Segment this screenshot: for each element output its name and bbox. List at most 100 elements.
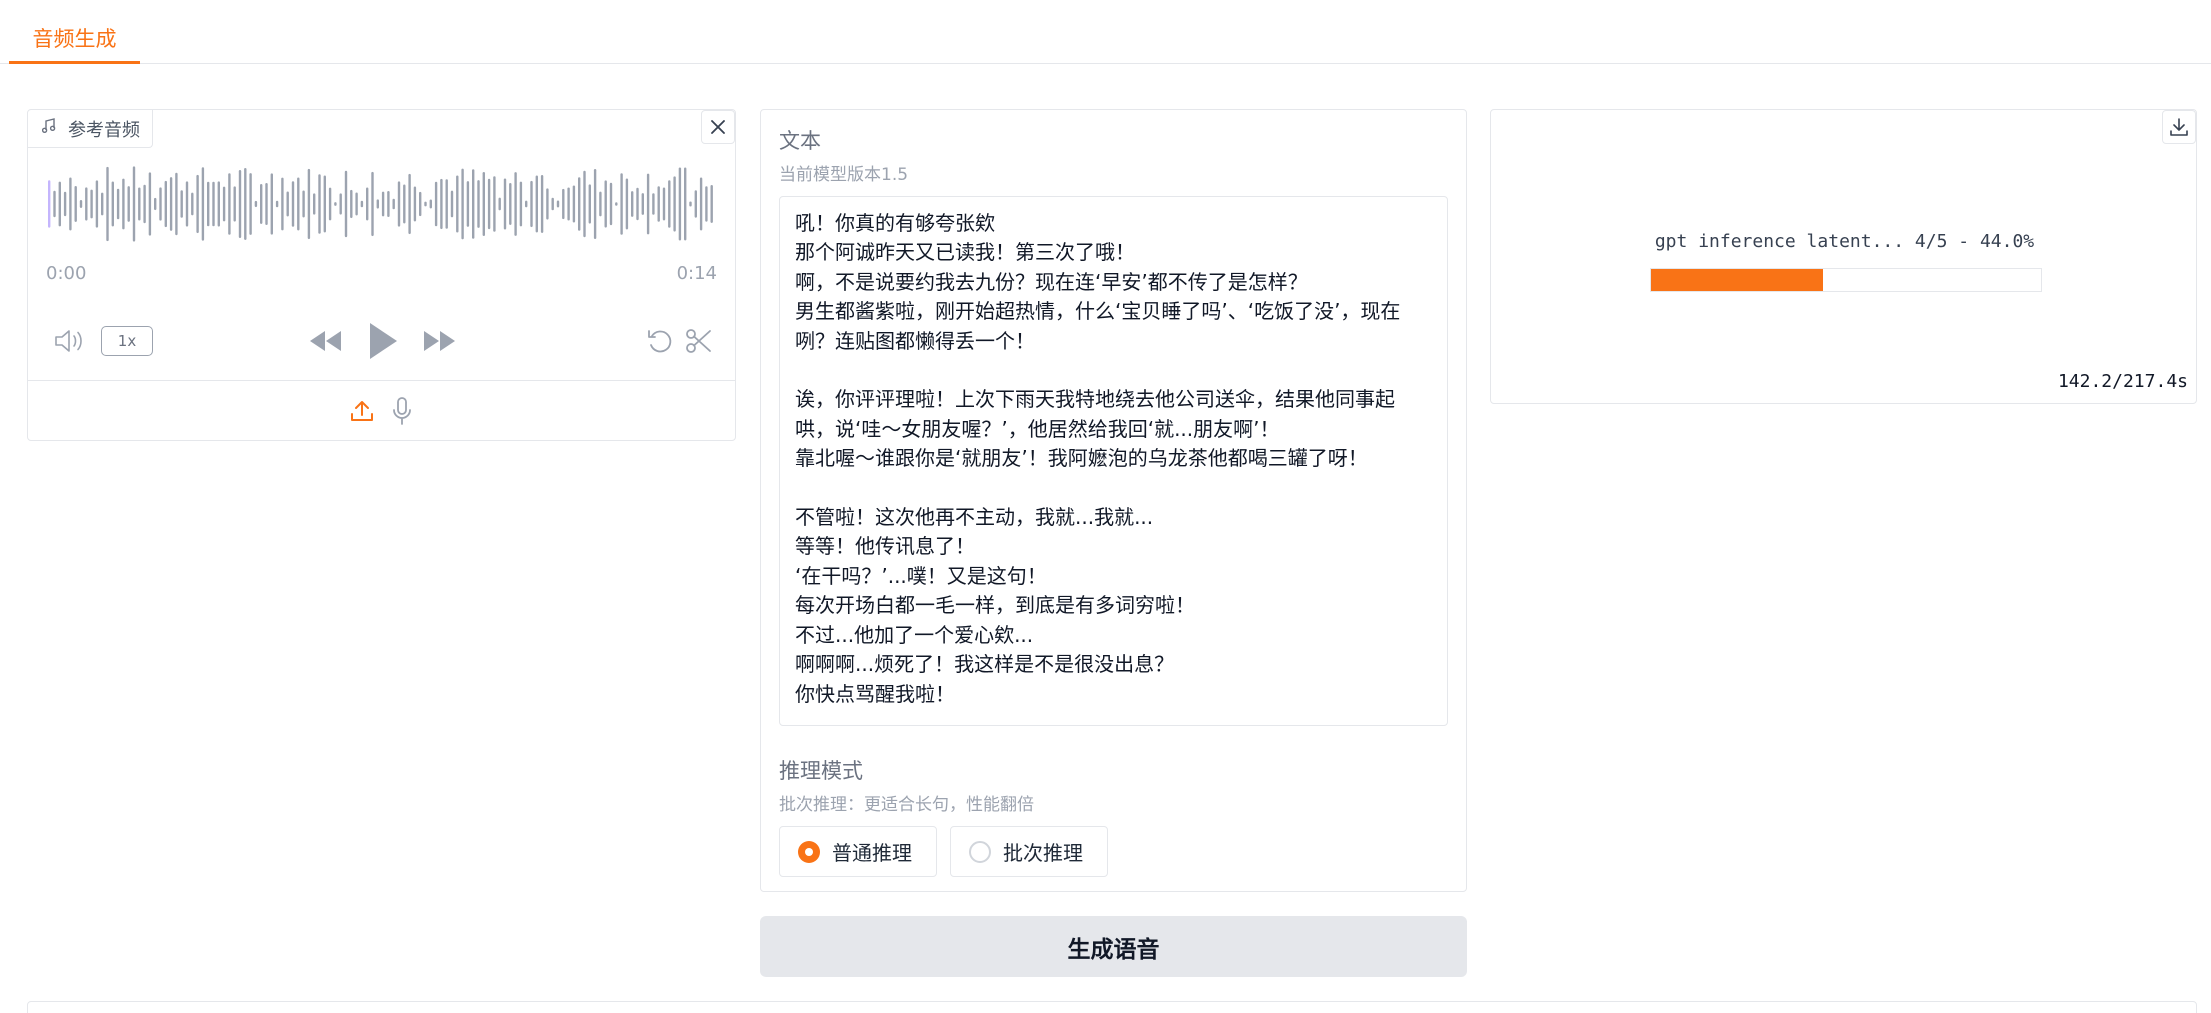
waveform-bar <box>143 184 146 224</box>
upload-icon <box>351 401 373 421</box>
text-input[interactable]: 吼！你真的有够夸张欸 那个阿诚昨天又已读我！第三次了哦！ 啊，不是说要约我去九份… <box>779 196 1448 726</box>
waveform-bar <box>122 178 125 230</box>
inference-mode-info: 批次推理：更适合长句，性能翻倍 <box>779 795 1034 815</box>
playback-speed-button[interactable]: 1x <box>101 326 153 356</box>
play-button[interactable] <box>364 319 402 363</box>
progress-bar <box>1650 268 2042 292</box>
waveform-bar <box>111 181 114 227</box>
inference-mode-label: 推理模式 <box>779 759 863 783</box>
waveform-bar <box>583 170 586 238</box>
waveform-bar <box>440 178 443 230</box>
waveform-bar <box>509 183 512 225</box>
waveform-bar <box>79 200 83 208</box>
text-input-panel: 文本 当前模型版本1.5 吼！你真的有够夸张欸 那个阿诚昨天又已读我！第三次了哦… <box>760 109 1467 892</box>
waveform-bar <box>254 200 258 208</box>
waveform-bar <box>652 193 655 215</box>
radio-unchecked-icon <box>969 840 991 863</box>
waveform-bar <box>58 181 61 227</box>
waveform-bar <box>498 197 501 211</box>
waveform-bar <box>657 186 660 222</box>
model-version-info: 当前模型版本1.5 <box>779 165 909 185</box>
progress-bar-fill <box>1651 269 1823 291</box>
waveform-bar <box>154 197 157 211</box>
waveform-bar <box>291 181 295 227</box>
waveform-bar <box>684 167 687 241</box>
waveform-bar <box>551 197 554 211</box>
waveform-bar <box>85 187 88 221</box>
waveform-bar <box>238 169 242 239</box>
current-time: 0:00 <box>46 263 87 284</box>
waveform-bar <box>620 173 623 235</box>
waveform-bar <box>493 176 496 232</box>
waveform-bar <box>429 199 432 209</box>
radio-normal-label: 普通推理 <box>832 841 912 865</box>
waveform-bar <box>636 187 639 221</box>
waveform-bar <box>625 178 629 230</box>
reset-button[interactable] <box>645 326 675 356</box>
scissors-icon <box>686 329 711 353</box>
waveform-bar <box>387 190 390 218</box>
waveform-bar <box>456 175 459 233</box>
microphone-button[interactable] <box>388 395 416 427</box>
audio-waveform[interactable] <box>46 164 716 244</box>
waveform-bar <box>106 166 109 242</box>
waveform-bar <box>710 185 713 223</box>
waveform-bar <box>381 191 385 217</box>
waveform-bar <box>450 190 454 218</box>
waveform-bar <box>424 201 427 207</box>
tab-audio-generation[interactable]: 音频生成 <box>9 0 140 64</box>
radio-batch-inference[interactable]: 批次推理 <box>950 826 1108 877</box>
waveform-bar <box>260 183 263 225</box>
waveform-bar <box>265 182 268 226</box>
waveform-bar <box>472 169 475 239</box>
waveform-bar <box>397 181 401 227</box>
trim-button[interactable] <box>684 326 714 356</box>
volume-button[interactable] <box>52 324 88 358</box>
waveform-bar <box>578 177 581 231</box>
waveform-bar <box>228 173 231 235</box>
waveform-bar <box>127 186 130 222</box>
waveform-bar <box>699 177 703 231</box>
upload-button[interactable] <box>348 397 376 425</box>
waveform-bar <box>185 181 189 227</box>
waveform-bar <box>360 200 364 208</box>
waveform-bar <box>562 188 565 220</box>
waveform-bar <box>307 168 311 240</box>
waveform-bar <box>477 180 480 228</box>
waveform-bar <box>646 173 650 235</box>
text-label: 文本 <box>779 129 821 153</box>
radio-normal-inference[interactable]: 普通推理 <box>779 826 937 877</box>
fast-forward-button[interactable] <box>421 325 459 357</box>
audio-source-bar <box>28 380 735 441</box>
waveform-bar <box>339 193 342 215</box>
waveform-bar <box>641 193 644 215</box>
waveform-bar <box>599 191 602 217</box>
bottom-panel <box>27 1001 2197 1013</box>
waveform-bar <box>249 173 252 235</box>
download-button[interactable] <box>2162 110 2196 144</box>
rewind-button[interactable] <box>306 325 344 357</box>
waveform-bar <box>631 191 634 217</box>
clear-audio-button[interactable] <box>701 110 735 144</box>
waveform-bar <box>101 192 104 216</box>
waveform-bar <box>313 193 316 215</box>
waveform-bar <box>604 180 607 228</box>
waveform-bar <box>689 201 692 207</box>
waveform-bar <box>376 199 379 209</box>
waveform-bar <box>69 177 72 231</box>
reference-audio-panel: 参考音频 0:00 0:14 1x <box>27 109 736 441</box>
generate-speech-button[interactable]: 生成语音 <box>760 916 1467 977</box>
waveform-bar <box>546 188 549 220</box>
waveform-bar <box>297 177 300 231</box>
waveform-bar <box>530 180 533 228</box>
play-icon <box>370 323 397 359</box>
waveform-bar <box>201 167 205 241</box>
close-icon <box>711 120 725 134</box>
waveform-bar <box>567 187 570 221</box>
elapsed-time: 142.2/217.4s <box>2057 371 2188 392</box>
waveform-bar <box>615 202 618 206</box>
fast-forward-icon <box>424 331 455 351</box>
waveform-bar <box>90 189 93 219</box>
waveform-bar <box>191 192 194 216</box>
undo-icon <box>648 330 672 353</box>
